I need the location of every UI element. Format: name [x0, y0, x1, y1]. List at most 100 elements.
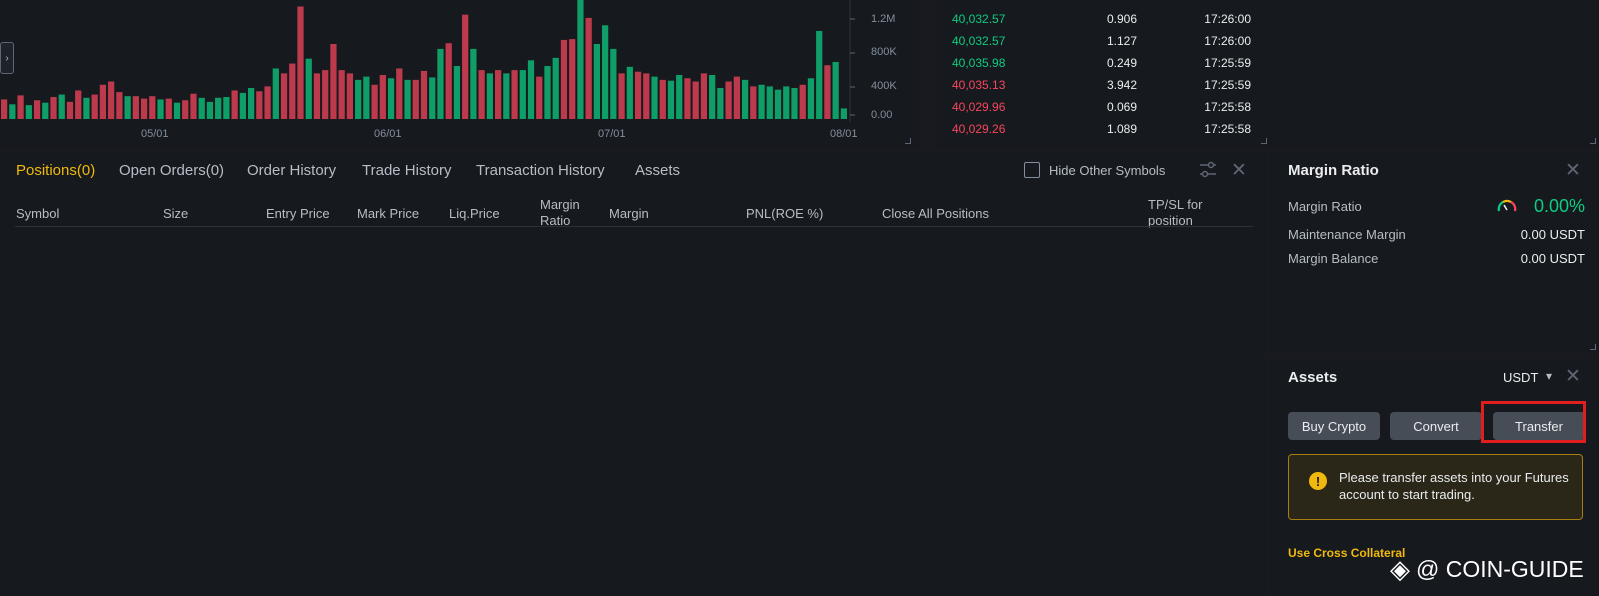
trade-amount: 3.942 — [1106, 78, 1137, 92]
y-tick-label: 400K — [871, 80, 897, 92]
volume-bar — [626, 66, 633, 119]
volume-bar — [585, 17, 592, 119]
x-tick-label: 06/01 — [374, 128, 402, 140]
trade-time: 17:25:59 — [1204, 56, 1251, 70]
volume-bar — [313, 73, 321, 119]
volume-bar — [404, 79, 411, 119]
market-trades: 40,032.57 0.906 17:26:00 40,032.57 1.127… — [935, 0, 1270, 148]
margin-ratio-value: 0.00% — [1533, 196, 1585, 216]
use-cross-collateral-link[interactable]: Use Cross Collateral — [1288, 546, 1405, 560]
volume-bar — [536, 76, 543, 119]
volume-bar — [9, 104, 16, 119]
volume-bar — [634, 71, 642, 119]
volume-bar — [709, 74, 716, 119]
volume-bars — [1, 0, 855, 122]
volume-bar — [453, 66, 461, 119]
trade-row: 40,029.26 1.089 17:25:58 — [935, 122, 1255, 144]
tab-trade-history[interactable]: Trade History — [362, 162, 451, 179]
maintenance-margin-value: 0.00 USDT — [1520, 227, 1585, 242]
close-icon[interactable]: ✕ — [1231, 159, 1247, 182]
volume-bar — [173, 102, 181, 119]
trade-price: 40,035.98 — [952, 56, 1006, 70]
volume-bar — [519, 70, 526, 119]
tab-positions[interactable]: Positions(0) — [16, 162, 95, 179]
volume-bar — [511, 70, 518, 119]
volume-bar — [651, 76, 658, 119]
volume-bar — [840, 108, 847, 119]
resize-handle[interactable] — [1590, 344, 1596, 350]
checkbox-box[interactable] — [1024, 162, 1040, 178]
resize-handle[interactable] — [1590, 138, 1596, 144]
watermark: ◈ @ COIN-GUIDE — [1390, 554, 1584, 585]
close-icon[interactable]: ✕ — [1565, 159, 1581, 182]
margin-balance-label: Margin Balance — [1288, 251, 1379, 266]
tab-open-orders[interactable]: Open Orders(0) — [119, 162, 224, 179]
volume-bar — [108, 81, 115, 119]
volume-bar — [190, 93, 197, 119]
volume-bar — [75, 90, 82, 119]
volume-bar — [544, 66, 551, 119]
trade-row: 40,035.13 3.942 17:25:59 — [935, 78, 1255, 100]
expand-sidebar-button[interactable]: › — [0, 42, 14, 74]
volume-bar — [741, 79, 749, 119]
volume-bar — [412, 79, 419, 119]
margin-ratio-label: Margin Ratio — [1288, 199, 1362, 214]
volume-bar — [783, 86, 790, 119]
buy-crypto-button[interactable]: Buy Crypto — [1288, 412, 1380, 440]
volume-bar — [33, 100, 41, 119]
col-margin-ratio: Margin Ratio — [540, 197, 580, 228]
volume-bar — [577, 0, 584, 119]
tab-assets[interactable]: Assets — [635, 162, 680, 179]
tab-order-history[interactable]: Order History — [247, 162, 336, 179]
volume-bar — [610, 48, 617, 119]
volume-bar — [330, 44, 337, 120]
volume-bar — [379, 74, 386, 119]
volume-bar — [116, 92, 123, 119]
volume-bar — [733, 76, 740, 119]
volume-bar — [420, 70, 428, 119]
close-icon[interactable]: ✕ — [1565, 365, 1581, 388]
volume-bar — [470, 48, 477, 119]
col-liq-price: Liq.Price — [449, 206, 500, 221]
watermark-text: @ COIN-GUIDE — [1416, 556, 1584, 582]
currency-select[interactable]: USDT — [1503, 370, 1538, 385]
tab-transaction-history[interactable]: Transaction History — [476, 162, 605, 179]
trade-time: 17:25:58 — [1204, 122, 1251, 136]
close-all-positions-button[interactable]: Close All Positions — [882, 206, 989, 222]
volume-bar — [305, 58, 312, 119]
col-mark-price: Mark Price — [357, 206, 420, 221]
volume-bar — [799, 84, 806, 119]
volume-bar — [396, 68, 403, 119]
volume-bar — [717, 88, 724, 119]
volume-bar — [346, 73, 354, 119]
volume-bar — [758, 84, 765, 119]
volume-bar — [725, 81, 732, 119]
col-size: Size — [163, 206, 189, 221]
volume-bar — [182, 100, 189, 119]
col-margin: Margin — [609, 206, 649, 221]
volume-bar — [223, 96, 230, 119]
volume-bar — [99, 84, 107, 119]
resize-handle[interactable] — [1261, 138, 1267, 144]
highlight-annotation — [1481, 401, 1586, 443]
convert-button[interactable]: Convert — [1390, 412, 1482, 440]
header-divider — [15, 226, 1253, 227]
volume-bar — [437, 48, 444, 119]
volume-bar — [264, 86, 271, 119]
volume-bar — [165, 98, 172, 119]
volume-bar — [684, 78, 691, 119]
volume-bar — [692, 81, 699, 119]
settings-sliders-icon[interactable] — [1198, 161, 1218, 179]
chevron-down-icon[interactable]: ▾ — [1546, 369, 1552, 383]
orderform-panel — [1270, 0, 1599, 148]
volume-bar — [486, 73, 493, 119]
trade-price: 40,029.26 — [952, 122, 1006, 136]
volume-bar — [363, 76, 370, 119]
hide-other-symbols-checkbox[interactable]: Hide Other Symbols — [1024, 162, 1165, 178]
resize-handle[interactable] — [905, 138, 911, 144]
volume-bar — [256, 91, 263, 119]
trade-price: 40,032.57 — [952, 34, 1006, 48]
volume-bar — [478, 70, 485, 119]
volume-bar — [124, 96, 131, 119]
volume-bar — [140, 98, 148, 119]
